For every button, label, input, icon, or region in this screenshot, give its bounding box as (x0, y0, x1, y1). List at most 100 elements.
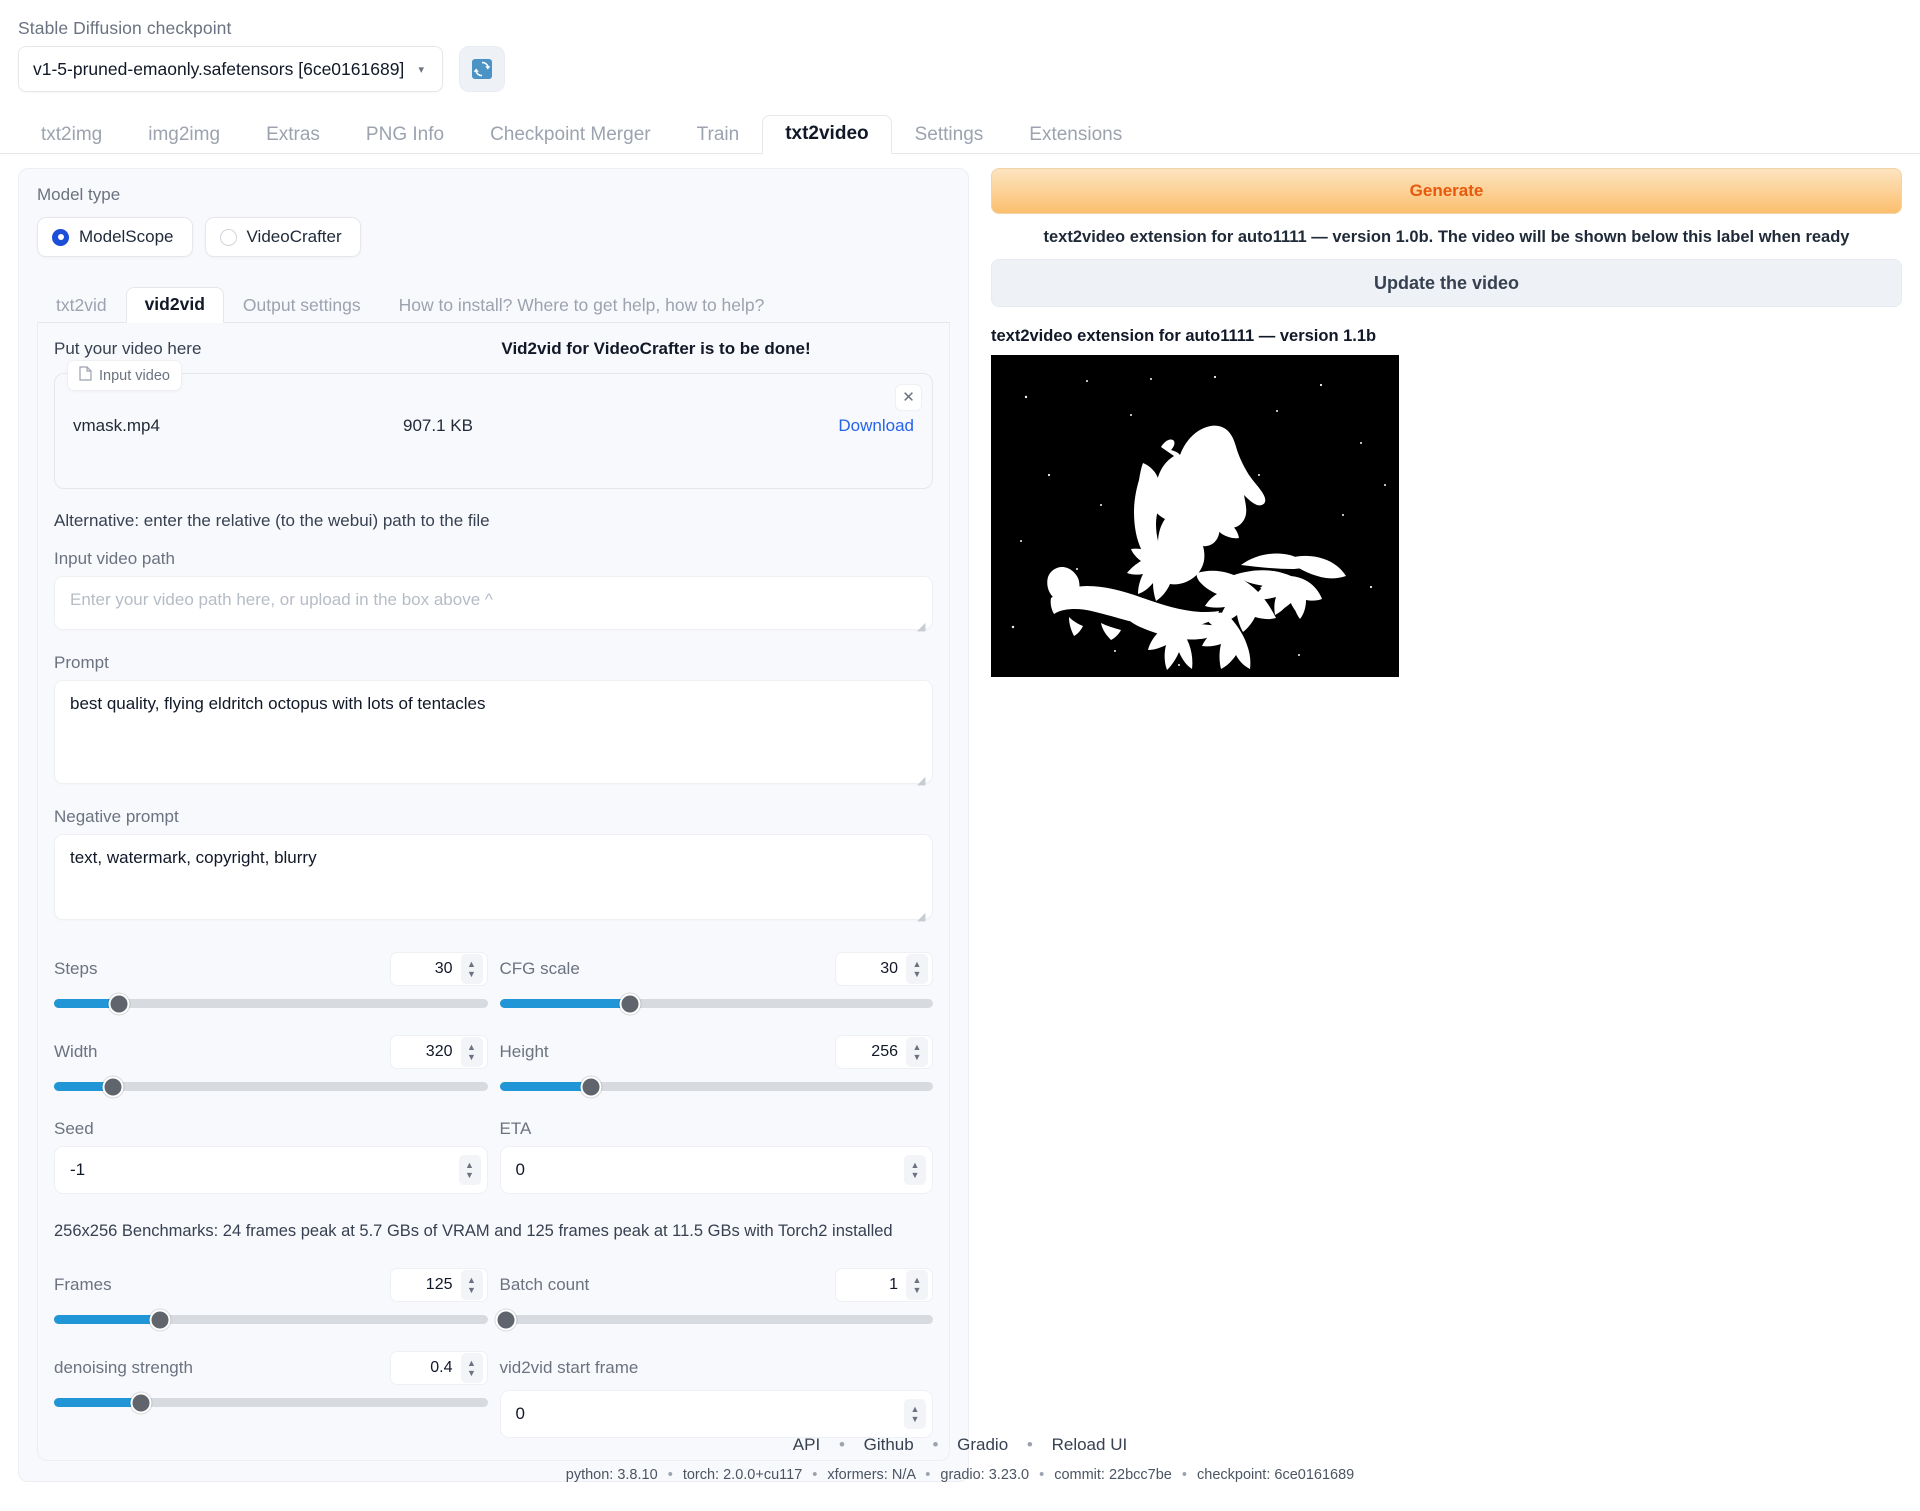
slider-cfg-scale: CFG scale 30 ▲ ▼ (499, 951, 933, 1014)
slider-width-numbox[interactable]: 320 ▲ ▼ (389, 1035, 488, 1069)
input-video-dropzone[interactable]: Input video ✕ vmask.mp4 907.1 KB Downloa… (54, 360, 933, 489)
seed-value: -1 (70, 1160, 86, 1179)
refresh-icon (470, 57, 494, 81)
slider-row-width-height: Width 320 ▲ ▼ Height 256 ▲ ▼ (54, 1034, 933, 1097)
field-row-seed-eta: Seed -1 ▲ ▼ ETA 0 ▲ ▼ (54, 1119, 933, 1194)
slider-height-value: 256 (871, 1043, 898, 1060)
footer-link-reload-ui[interactable]: Reload UI (1052, 1435, 1128, 1454)
prompt-wrap: ◢ (54, 680, 933, 789)
footer-link-gradio[interactable]: Gradio (957, 1435, 1008, 1454)
stepper-icon[interactable]: ▲ ▼ (906, 1037, 928, 1067)
content-area: Model type ModelScope VideoCrafter txt2v… (0, 154, 1920, 1482)
checkpoint-label: Stable Diffusion checkpoint (18, 18, 232, 38)
negative-prompt-wrap: ◢ (54, 834, 933, 925)
slider-steps-numbox[interactable]: 30 ▲ ▼ (389, 952, 488, 986)
stepper-icon[interactable]: ▲ ▼ (460, 1270, 483, 1300)
txt2video-panel: Model type ModelScope VideoCrafter txt2v… (18, 168, 969, 1482)
alternative-path-note: Alternative: enter the relative (to the … (54, 511, 490, 530)
stepper-icon[interactable]: ▲ ▼ (906, 1270, 928, 1300)
start-frame-field[interactable]: 0 ▲ ▼ (499, 1390, 933, 1438)
slider-denoising-track[interactable] (54, 1392, 488, 1413)
slider-row-frames-batch: Frames 125 ▲ ▼ Batch count 1 ▲ ▼ (54, 1267, 933, 1330)
stepper-icon[interactable]: ▲ ▼ (906, 954, 928, 984)
file-name: vmask.mp4 (73, 416, 160, 435)
tab-how-to-install[interactable]: How to install? Where to get help, how t… (380, 288, 784, 324)
footer-separator: • (925, 1467, 931, 1483)
tab-output-settings[interactable]: Output settings (224, 288, 380, 324)
stepper-icon[interactable]: ▲ ▼ (460, 1353, 483, 1383)
slider-width-track[interactable] (54, 1076, 488, 1097)
slider-height-numbox[interactable]: 256 ▲ ▼ (835, 1035, 933, 1069)
slider-steps-value: 30 (434, 960, 453, 977)
tab-txt2vid[interactable]: txt2vid (37, 288, 126, 324)
right-column: Generate text2video extension for auto11… (990, 168, 1902, 677)
tab-train[interactable]: Train (674, 116, 763, 154)
prompt-field[interactable] (54, 680, 933, 784)
radio-videocrafter[interactable]: VideoCrafter (204, 217, 361, 257)
witch-silhouette-image (990, 355, 1399, 677)
slider-cfg-track[interactable] (499, 993, 933, 1014)
video-preview[interactable] (990, 355, 1399, 677)
refresh-checkpoints-button[interactable] (459, 46, 505, 92)
negative-prompt-field[interactable] (54, 834, 933, 920)
radio-modelscope[interactable]: ModelScope (37, 217, 193, 257)
seed-field-group: Seed -1 ▲ ▼ (54, 1119, 488, 1194)
seed-field[interactable]: -1 ▲ ▼ (54, 1146, 488, 1194)
left-column: Model type ModelScope VideoCrafter txt2v… (18, 168, 969, 1482)
uploaded-file-row: vmask.mp4 907.1 KB Download (73, 416, 914, 436)
model-type-label: Model type (37, 185, 121, 204)
video-upload-header: Put your video here Vid2vid for VideoCra… (54, 339, 933, 359)
footer-separator: • (1181, 1467, 1187, 1483)
slider-batch-track[interactable] (495, 1309, 933, 1330)
checkpoint-dropdown[interactable]: v1-5-pruned-emaonly.safetensors [6ce0161… (18, 46, 443, 92)
eta-field[interactable]: 0 ▲ ▼ (499, 1146, 933, 1194)
slider-frames-track[interactable] (54, 1309, 488, 1330)
model-type-radio-group: ModelScope VideoCrafter (37, 217, 950, 257)
slider-batch-numbox[interactable]: 1 ▲ ▼ (835, 1268, 933, 1302)
generate-status-note: text2video extension for auto1111 — vers… (1043, 228, 1850, 246)
footer-link-api[interactable]: API (793, 1435, 820, 1454)
slider-frames-numbox[interactable]: 125 ▲ ▼ (389, 1268, 488, 1302)
download-link[interactable]: Download (838, 416, 914, 436)
start-frame-group: vid2vid start frame 0 ▲ ▼ (499, 1350, 933, 1438)
tab-txt2img[interactable]: txt2img (18, 116, 125, 154)
input-video-tag: Input video (67, 360, 182, 391)
seed-label: Seed (54, 1119, 94, 1138)
slider-height-track[interactable] (499, 1076, 933, 1097)
slider-cfg-label: CFG scale (499, 959, 580, 978)
stepper-icon[interactable]: ▲ ▼ (904, 1399, 926, 1429)
tab-img2img[interactable]: img2img (125, 116, 243, 154)
slider-denoising-strength: denoising strength 0.4 ▲ ▼ (54, 1350, 488, 1438)
tab-extras[interactable]: Extras (243, 116, 343, 154)
benchmarks-note: 256x256 Benchmarks: 24 frames peak at 5.… (54, 1222, 893, 1240)
stepper-icon[interactable]: ▲ ▼ (458, 1155, 481, 1185)
stepper-icon[interactable]: ▲ ▼ (460, 1037, 483, 1067)
slider-denoising-numbox[interactable]: 0.4 ▲ ▼ (389, 1351, 488, 1385)
vid2vid-tab-content: Put your video here Vid2vid for VideoCra… (37, 323, 950, 1461)
put-video-here-label: Put your video here (54, 339, 202, 358)
tab-checkpoint-merger[interactable]: Checkpoint Merger (467, 116, 674, 154)
footer-separator: • (667, 1467, 673, 1483)
tab-png-info[interactable]: PNG Info (343, 116, 467, 154)
tab-extensions[interactable]: Extensions (1006, 116, 1145, 154)
generate-button[interactable]: Generate (990, 168, 1902, 214)
checkpoint-value: v1-5-pruned-emaonly.safetensors [6ce0161… (33, 58, 405, 79)
stepper-icon[interactable]: ▲ ▼ (460, 954, 483, 984)
start-frame-label: vid2vid start frame (499, 1358, 639, 1377)
remove-file-button[interactable]: ✕ (894, 384, 922, 411)
update-video-button[interactable]: Update the video (990, 259, 1902, 307)
input-video-path-label: Input video path (54, 549, 175, 568)
radio-selected-icon (52, 228, 69, 246)
input-video-path-field[interactable] (54, 576, 933, 630)
radio-unselected-icon (219, 228, 237, 246)
slider-steps: Steps 30 ▲ ▼ (54, 951, 488, 1014)
footer-link-github[interactable]: Github (864, 1435, 914, 1454)
footer-versions: python: 3.8.10 • torch: 2.0.0+cu117 • xf… (0, 1467, 1920, 1483)
tab-vid2vid[interactable]: vid2vid (125, 286, 224, 323)
slider-cfg-numbox[interactable]: 30 ▲ ▼ (835, 952, 933, 986)
slider-steps-track[interactable] (54, 993, 488, 1014)
tab-settings[interactable]: Settings (892, 116, 1007, 154)
stepper-icon[interactable]: ▲ ▼ (904, 1155, 926, 1185)
input-video-path-wrap: ◢ (54, 576, 933, 635)
tab-txt2video[interactable]: txt2video (762, 115, 892, 154)
